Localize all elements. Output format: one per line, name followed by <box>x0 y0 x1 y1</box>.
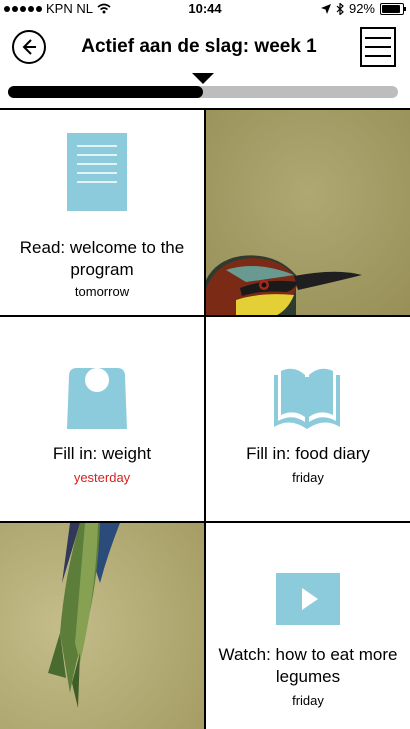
tile-due: friday <box>292 470 324 485</box>
tile-label: Fill in: weight <box>52 444 152 463</box>
menu-button[interactable] <box>360 27 396 67</box>
tile-due: friday <box>292 693 324 708</box>
task-grid: Read: welcome to the program tomorrow Fi… <box>0 108 410 729</box>
bird-tail-image <box>0 523 204 729</box>
tile-label: Watch: how to eat more legumes <box>218 645 398 686</box>
progress-marker-icon <box>192 73 214 84</box>
tile-watch-legumes[interactable]: Watch: how to eat more legumes friday <box>205 523 410 729</box>
arrow-left-circle-icon <box>22 39 36 55</box>
tile-fill-food-diary[interactable]: Fill in: food diary friday <box>205 317 410 523</box>
bluetooth-icon <box>336 2 344 15</box>
tile-read-welcome[interactable]: Read: welcome to the program tomorrow <box>0 108 205 317</box>
bird-tail-photo <box>0 523 205 729</box>
hamburger-menu-icon <box>365 37 391 39</box>
progress-fill <box>8 86 203 98</box>
week-progress-bar <box>8 86 398 98</box>
tile-due: tomorrow <box>74 284 130 299</box>
page-title: Actief aan de slag: week 1 <box>81 36 317 57</box>
status-bar: KPN NL 10:44 92% <box>0 0 410 18</box>
location-arrow-icon <box>320 3 331 14</box>
battery-icon <box>380 2 406 15</box>
play-video-icon <box>276 573 340 625</box>
weight-scale-icon <box>67 368 127 429</box>
document-icon <box>67 133 127 211</box>
navigation-bar: Actief aan de slag: week 1 <box>0 22 410 74</box>
tile-due: yesterday <box>73 470 131 485</box>
tile-label: Fill in: food diary <box>246 444 370 463</box>
bird-head-photo <box>205 108 410 317</box>
status-right-group: 92% <box>320 1 406 16</box>
back-button[interactable] <box>12 30 46 64</box>
tile-label: Read: welcome to the program <box>19 238 185 279</box>
open-book-icon <box>274 368 340 429</box>
bird-head-image <box>206 110 410 315</box>
battery-percent: 92% <box>348 1 375 16</box>
tile-fill-weight[interactable]: Fill in: weight yesterday <box>0 317 205 523</box>
